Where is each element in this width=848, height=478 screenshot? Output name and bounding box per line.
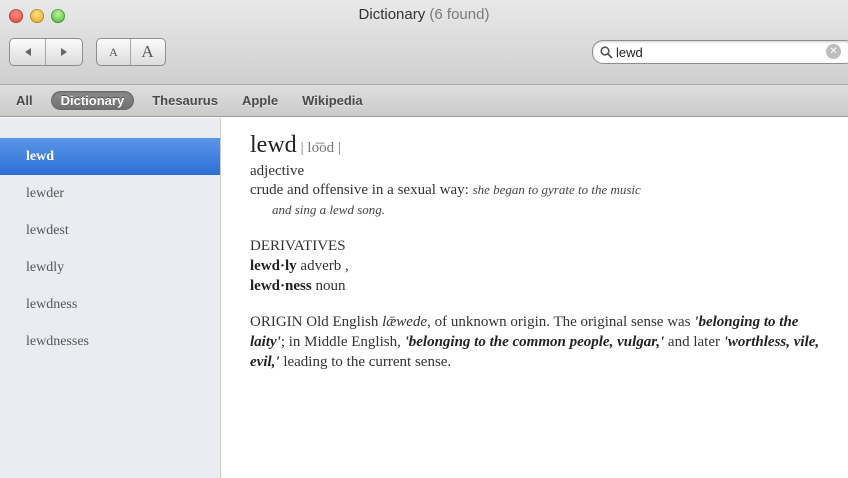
source-tab-bar: All Dictionary Thesaurus Apple Wikipedia bbox=[0, 85, 848, 117]
font-size-buttons: A A bbox=[96, 38, 166, 66]
derivative-word[interactable]: lewd·ness bbox=[250, 278, 312, 294]
headword: lewd bbox=[250, 132, 297, 158]
dictionary-window: Dictionary (6 found) A A ✕ All Dictionar… bbox=[0, 0, 848, 478]
definition-text: crude and offensive in a sexual way: bbox=[250, 182, 469, 198]
sidebar-item-lewdest[interactable]: lewdest bbox=[0, 212, 220, 249]
derivative-word[interactable]: lewd·ly bbox=[250, 258, 297, 274]
origin-old-english-word: lǣwede bbox=[382, 314, 428, 330]
clear-search-icon[interactable]: ✕ bbox=[826, 44, 841, 59]
tab-dictionary[interactable]: Dictionary bbox=[50, 91, 135, 110]
window-title-text: Dictionary bbox=[358, 6, 426, 23]
forward-button[interactable] bbox=[45, 39, 81, 65]
sidebar-item-lewder[interactable]: lewder bbox=[0, 175, 220, 212]
sidebar-item-lewdly[interactable]: lewdly bbox=[0, 249, 220, 286]
tab-all[interactable]: All bbox=[10, 91, 39, 110]
origin-text: ; in Middle English, bbox=[280, 334, 401, 350]
tab-wikipedia[interactable]: Wikipedia bbox=[296, 91, 369, 110]
back-button[interactable] bbox=[10, 39, 45, 65]
derivatives-heading: DERIVATIVES bbox=[250, 238, 346, 254]
derivative-pos: noun bbox=[315, 278, 346, 294]
increase-font-button[interactable]: A bbox=[130, 39, 164, 65]
result-count: (6 found) bbox=[429, 6, 490, 23]
derivative-pos: adverb , bbox=[300, 258, 349, 274]
definition: crude and offensive in a sexual way: she… bbox=[250, 180, 830, 220]
pronunciation: | lo͞od | bbox=[300, 140, 341, 156]
derivative-2: lewd·ness noun bbox=[250, 276, 830, 296]
derivatives-section: DERIVATIVES lewd·ly adverb , lewd·ness n… bbox=[250, 236, 830, 296]
origin-text: Old English bbox=[306, 314, 379, 330]
search-input[interactable] bbox=[613, 44, 816, 60]
entry-header: lewd | lo͞od | bbox=[250, 132, 830, 159]
example-line-1: she began to gyrate to the music bbox=[472, 182, 641, 197]
back-arrow-icon bbox=[24, 48, 31, 56]
origin-text: leading to the current sense. bbox=[283, 354, 452, 370]
results-sidebar: lewd lewder lewdest lewdly lewdness lewd… bbox=[0, 118, 221, 478]
sidebar-item-lewd[interactable]: lewd bbox=[0, 138, 220, 175]
origin-label: ORIGIN bbox=[250, 314, 303, 330]
search-icon bbox=[599, 45, 613, 59]
sidebar-item-lewdness[interactable]: lewdness bbox=[0, 286, 220, 323]
derivative-1: lewd·ly adverb , bbox=[250, 256, 830, 276]
decrease-font-button[interactable]: A bbox=[97, 39, 130, 65]
origin-section: ORIGIN Old English lǣwede, of unknown or… bbox=[250, 312, 830, 372]
origin-text: and later bbox=[667, 334, 720, 350]
search-field[interactable]: ✕ bbox=[592, 40, 848, 64]
toolbar: Dictionary (6 found) A A ✕ bbox=[0, 0, 848, 85]
example-line-2: and sing a lewd song. bbox=[272, 202, 386, 217]
sidebar-item-lewdnesses[interactable]: lewdnesses bbox=[0, 323, 220, 360]
tab-thesaurus[interactable]: Thesaurus bbox=[146, 91, 224, 110]
origin-text: , of unknown origin. The original sense … bbox=[427, 314, 691, 330]
navigation-buttons bbox=[9, 38, 83, 66]
origin-sense: 'belonging to the common people, vulgar,… bbox=[404, 334, 665, 350]
part-of-speech: adjective bbox=[250, 163, 305, 179]
window-title: Dictionary (6 found) bbox=[0, 6, 848, 23]
forward-arrow-icon bbox=[60, 48, 67, 56]
tab-apple[interactable]: Apple bbox=[236, 91, 284, 110]
entry-content: lewd | lo͞od | adjective crude and offen… bbox=[250, 132, 830, 372]
